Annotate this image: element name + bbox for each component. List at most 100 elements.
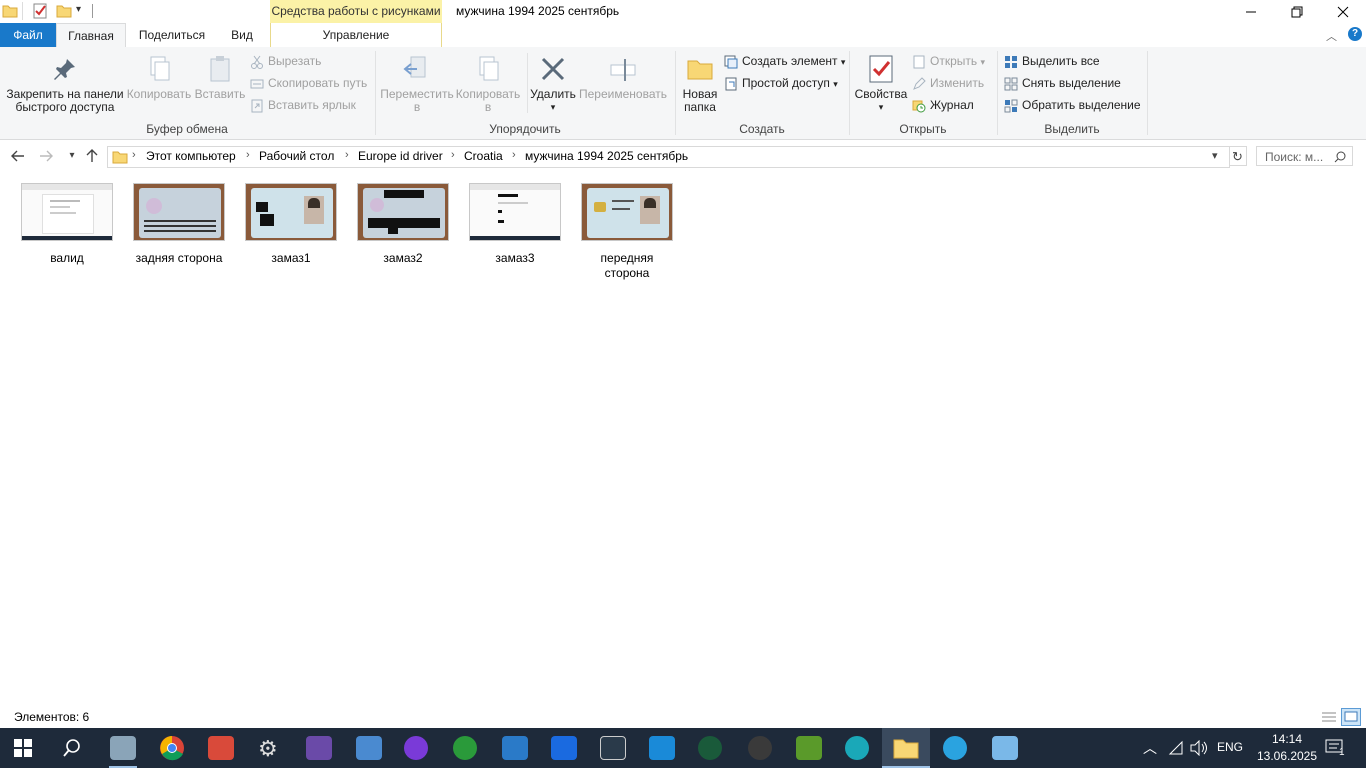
move-to-button[interactable]: Переместить в: [380, 53, 454, 114]
windows-start-icon[interactable]: [14, 739, 32, 760]
app-icon[interactable]: [356, 736, 382, 760]
telegram-icon[interactable]: [943, 736, 967, 760]
app-icon[interactable]: [698, 736, 722, 760]
breadcrumb-desktop[interactable]: Рабочий стол: [259, 149, 334, 163]
recent-locations-chevron-icon[interactable]: ▾: [62, 147, 82, 165]
rename-button[interactable]: Переименовать: [578, 53, 668, 101]
delete-button[interactable]: Удалить ▾: [530, 53, 576, 114]
app-icon[interactable]: [600, 736, 626, 760]
copy-to-button[interactable]: Копировать в: [454, 53, 522, 114]
refresh-icon[interactable]: ↻: [1229, 146, 1247, 166]
tab-home[interactable]: Главная: [56, 23, 126, 47]
open-button[interactable]: Открыть ▾: [912, 51, 985, 71]
invert-selection-button[interactable]: Обратить выделение: [1004, 95, 1141, 115]
edit-button[interactable]: Изменить: [912, 73, 984, 93]
file-item[interactable]: замаз2: [351, 183, 455, 266]
photos-app-icon[interactable]: [502, 736, 528, 760]
utorrent-icon[interactable]: [453, 736, 477, 760]
close-button[interactable]: [1320, 0, 1366, 23]
properties-dropdown-icon[interactable]: ▾: [854, 101, 908, 114]
tab-manage[interactable]: Управление: [270, 23, 442, 47]
breadcrumb-this-pc[interactable]: Этот компьютер: [146, 149, 236, 163]
breadcrumb-chevron-icon[interactable]: ›: [246, 149, 250, 161]
settings-gear-icon[interactable]: ⚙: [258, 736, 278, 762]
folder-icon[interactable]: [2, 3, 18, 19]
breadcrumb-europe-id-driver[interactable]: Europe id driver: [358, 149, 443, 163]
shield-icon[interactable]: [649, 736, 675, 760]
ribbon-tabs: Файл Главная Поделиться Вид Управление ︿…: [0, 23, 1366, 48]
details-view-icon[interactable]: [1320, 709, 1338, 728]
file-item[interactable]: валид: [15, 183, 119, 266]
clock-time[interactable]: 14:14: [1266, 732, 1308, 746]
paste-button[interactable]: Вставить: [192, 53, 248, 101]
copy-button[interactable]: Копировать: [126, 53, 192, 101]
breadcrumb-current-folder[interactable]: мужчина 1994 2025 сентябрь: [525, 149, 688, 163]
breadcrumb-chevron-icon[interactable]: ›: [512, 149, 516, 161]
new-folder-button[interactable]: Новая папка: [680, 53, 720, 114]
tab-view[interactable]: Вид: [222, 23, 262, 47]
select-all-button[interactable]: Выделить все: [1004, 51, 1100, 71]
customize-qa-dropdown-icon[interactable]: ▾: [76, 4, 81, 15]
file-name: валид: [50, 251, 84, 265]
file-item[interactable]: задняя сторона: [127, 183, 231, 266]
clock-date[interactable]: 13.06.2025: [1252, 749, 1322, 763]
tor-browser-icon[interactable]: [404, 736, 428, 760]
file-name: замаз3: [495, 251, 535, 265]
title-bar: ▾ Средства работы с рисунками мужчина 19…: [0, 0, 1366, 23]
app-icon[interactable]: [992, 736, 1018, 760]
minimize-button[interactable]: [1228, 0, 1274, 23]
file-thumbnail: [245, 183, 337, 241]
properties-check-icon[interactable]: [32, 3, 48, 19]
new-item-icon: [724, 55, 738, 69]
properties-button[interactable]: Свойства ▾: [854, 53, 908, 114]
breadcrumb-chevron-icon[interactable]: ›: [132, 149, 136, 161]
new-item-button[interactable]: Создать элемент ▾: [724, 51, 845, 71]
delete-dropdown-icon[interactable]: ▾: [530, 101, 576, 114]
paste-shortcut-label: Вставить ярлык: [268, 98, 356, 112]
new-folder-icon[interactable]: [56, 3, 72, 19]
history-button[interactable]: Журнал: [912, 95, 974, 115]
forward-arrow-icon[interactable]: [36, 147, 56, 165]
large-icons-view-icon[interactable]: [1341, 708, 1361, 726]
easy-access-button[interactable]: Простой доступ ▾: [724, 73, 838, 93]
copy-path-button[interactable]: Скопировать путь: [250, 73, 367, 93]
breadcrumb-chevron-icon[interactable]: ›: [451, 149, 455, 161]
history-label: Журнал: [930, 98, 974, 112]
breadcrumb-croatia[interactable]: Croatia: [464, 149, 503, 163]
lock-icon[interactable]: [796, 736, 822, 760]
select-group-label: Выделить: [1044, 122, 1100, 136]
restore-button[interactable]: [1274, 0, 1320, 23]
paste-shortcut-button[interactable]: Вставить ярлык: [250, 95, 356, 115]
address-bar[interactable]: › Этот компьютер › Рабочий стол › Europe…: [107, 146, 1230, 168]
back-arrow-icon[interactable]: [8, 147, 28, 165]
app-icon[interactable]: [748, 736, 772, 760]
address-dropdown-icon[interactable]: ▾: [1212, 149, 1218, 162]
input-language[interactable]: ENG: [1217, 740, 1243, 754]
search-icon[interactable]: [63, 739, 81, 760]
file-explorer-taskbar-button[interactable]: [882, 728, 930, 768]
up-arrow-icon[interactable]: [82, 147, 102, 165]
invert-selection-label: Обратить выделение: [1022, 98, 1141, 112]
wifi-icon[interactable]: [1168, 740, 1184, 759]
pin-quick-access-button[interactable]: Закрепить на панели быстрого доступа: [4, 53, 126, 114]
show-hidden-icons-chevron-icon[interactable]: ︿: [1143, 738, 1157, 758]
search-input[interactable]: Поиск: м...: [1256, 146, 1353, 166]
help-icon[interactable]: ?: [1348, 27, 1362, 41]
file-item[interactable]: передняя сторона: [575, 183, 679, 281]
pdf-app-icon[interactable]: [208, 736, 234, 760]
collapse-ribbon-icon[interactable]: ︿: [1326, 28, 1337, 44]
task-view-app-icon[interactable]: [110, 736, 136, 760]
breadcrumb-chevron-icon[interactable]: ›: [345, 149, 349, 161]
tab-share[interactable]: Поделиться: [130, 23, 214, 47]
cut-button[interactable]: Вырезать: [250, 51, 321, 71]
tab-file[interactable]: Файл: [0, 23, 56, 47]
chrome-icon[interactable]: [159, 735, 185, 764]
app-icon[interactable]: [551, 736, 577, 760]
app-icon[interactable]: [845, 736, 869, 760]
app-icon[interactable]: [306, 736, 332, 760]
select-none-button[interactable]: Снять выделение: [1004, 73, 1121, 93]
file-thumbnail: [581, 183, 673, 241]
file-item[interactable]: замаз3: [463, 183, 567, 266]
file-item[interactable]: замаз1: [239, 183, 343, 266]
volume-icon[interactable]: [1190, 739, 1208, 759]
